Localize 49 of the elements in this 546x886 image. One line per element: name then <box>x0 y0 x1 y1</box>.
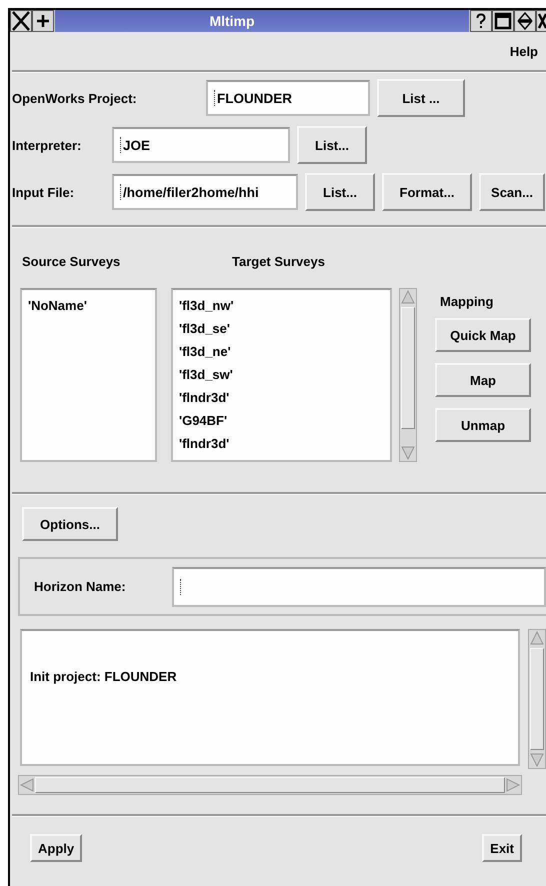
plus-icon[interactable] <box>32 10 54 32</box>
field-label: Input File: <box>12 184 76 200</box>
down-arrow-icon[interactable] <box>529 752 545 768</box>
mapping-button[interactable]: Unmap <box>435 408 531 442</box>
up-arrow-icon[interactable] <box>400 289 416 305</box>
list-button[interactable]: List ... <box>377 79 465 117</box>
log-line: Init project: FLOUNDER <box>30 669 178 684</box>
maximize-icon[interactable] <box>492 10 514 32</box>
window-menu-icon[interactable] <box>10 10 32 32</box>
list-item[interactable]: 'fl3d_ne' <box>179 344 384 367</box>
input-field[interactable]: FLOUNDER <box>206 80 370 116</box>
list-item[interactable]: 'fl3d_nw' <box>179 298 384 321</box>
scrollbar[interactable] <box>528 629 546 769</box>
section-heading: Source Surveys <box>22 254 120 269</box>
list-button[interactable]: Scan... <box>479 173 545 211</box>
section-heading: Target Surveys <box>232 254 325 269</box>
scrollbar[interactable] <box>18 775 522 795</box>
list-button[interactable]: Format... <box>382 173 472 211</box>
list-item[interactable]: 'flndr3d' <box>179 436 384 459</box>
help-icon[interactable] <box>470 10 492 32</box>
list-item[interactable]: 'NoName' <box>28 298 149 321</box>
input-field[interactable] <box>172 566 546 606</box>
list-item[interactable]: 'fl3d_se' <box>179 321 384 344</box>
list-item[interactable]: 'G94BF' <box>179 413 384 436</box>
down-arrow-icon[interactable] <box>400 445 416 461</box>
list-button[interactable]: List... <box>297 126 367 164</box>
mapping-button[interactable]: Quick Map <box>435 318 531 352</box>
target-list[interactable]: 'fl3d_nw' 'fl3d_se' 'fl3d_ne' 'fl3d_sw' 'flndr3d' 'G94BF' 'flndr3d' <box>171 288 392 462</box>
list-item[interactable]: 'flndr3d' <box>179 390 384 413</box>
left-arrow-icon[interactable] <box>19 777 35 793</box>
dialog-button[interactable]: Exit <box>482 834 522 862</box>
dialog-button[interactable]: Apply <box>30 834 82 862</box>
list-button[interactable]: List... <box>305 173 375 211</box>
window-title: Mltimp <box>55 10 469 32</box>
field-label: Horizon Name: <box>34 579 127 594</box>
options-button[interactable]: Options... <box>22 507 118 541</box>
close-icon[interactable] <box>536 10 546 32</box>
input-field[interactable]: JOE <box>112 127 290 163</box>
field-label: Interpreter: <box>12 138 82 152</box>
source-list[interactable]: 'NoName' <box>20 288 157 462</box>
up-arrow-icon[interactable] <box>529 630 545 646</box>
field-label: OpenWorks Project: <box>12 90 138 106</box>
mapping-label: Mapping <box>440 294 494 309</box>
input-field[interactable]: /home/filer2home/hhi <box>112 174 298 210</box>
scrollbar[interactable] <box>399 288 417 462</box>
menu-item[interactable]: Help <box>510 44 538 58</box>
right-arrow-icon[interactable] <box>505 777 521 793</box>
list-item[interactable]: 'fl3d_sw' <box>179 367 384 390</box>
mapping-button[interactable]: Map <box>435 363 531 397</box>
